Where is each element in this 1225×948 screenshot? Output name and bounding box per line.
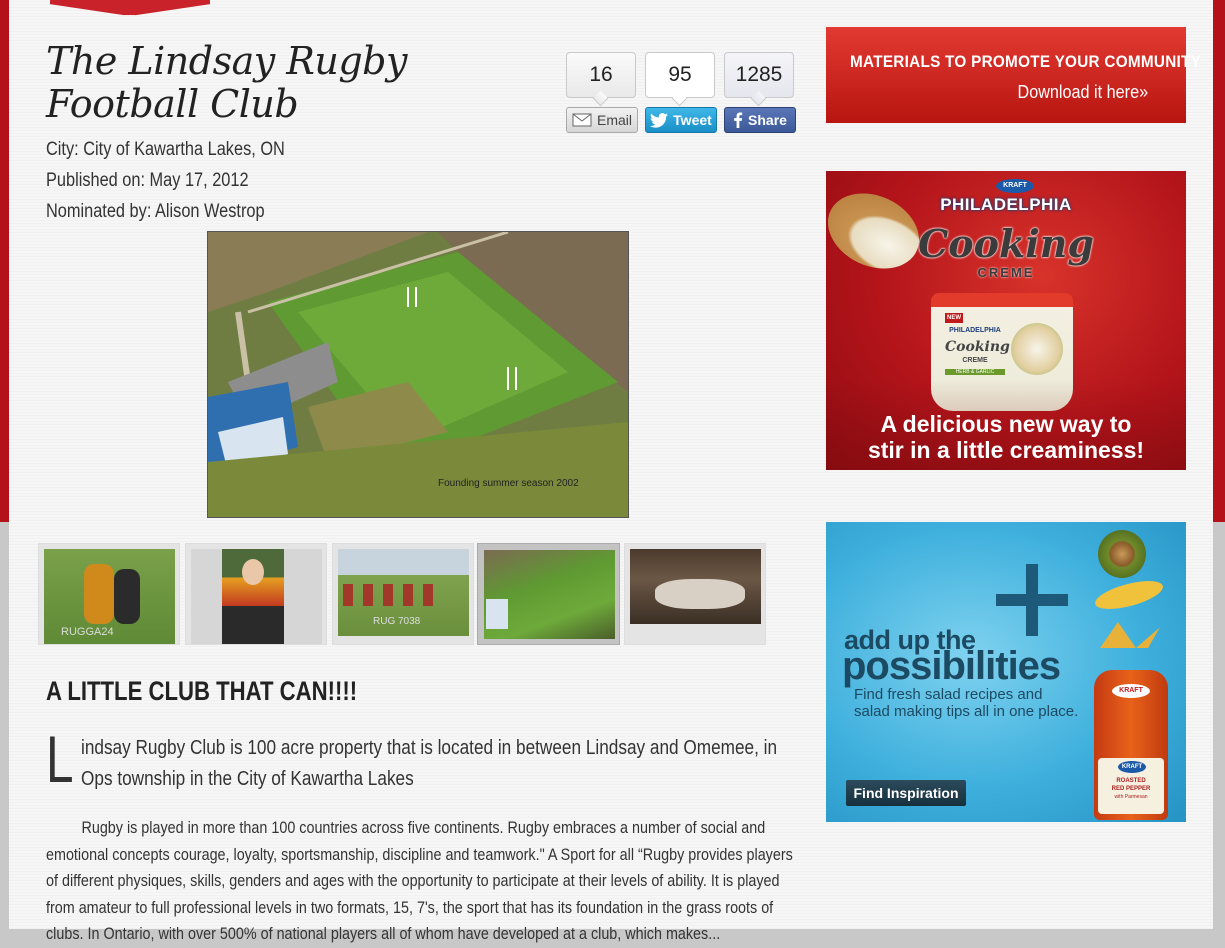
thumbnail-1-label: RUGGA24 [61,626,114,638]
find-inspiration-button[interactable]: Find Inspiration [846,780,966,806]
article-published-date: Published on: May 17, 2012 [46,170,249,191]
promo-title: MATERIALS TO PROMOTE YOUR COMMUNITY [850,52,1202,71]
facebook-icon [734,112,743,128]
twitter-bird-icon [650,112,669,128]
kraft-salad-ad[interactable]: KRAFT KRAFT ROASTED RED PEPPER with Parm… [826,522,1186,822]
bottle-label-3: with Parmesan [1114,794,1148,800]
tweet-count: 95 [645,52,715,98]
tweet-button[interactable]: Tweet [645,107,717,133]
photo-caption: Founding summer season 2002 [438,478,579,489]
thumbnail-3[interactable]: RUG 7038 [332,543,474,645]
cooking-title: Cooking [918,221,1094,266]
ad-tagline-line-2: stir in a little creaminess! [867,437,1145,463]
thumbnail-1[interactable]: RUGGA24 [38,543,180,645]
body-paragraph: Rugby is played in more than 100 countri… [46,818,793,943]
tub-sub: CREME [962,357,988,364]
drop-cap: L [46,722,74,796]
philadelphia-cooking-creme-ad[interactable]: KRAFT PHILADELPHIA Cooking CREME NEW PHI… [826,171,1186,470]
tub-brand: PHILADELPHIA [949,327,1001,334]
page-content: The Lindsay Rugby Football Club City: Ci… [9,0,1213,943]
email-button-label: Email [596,112,632,128]
ad-sub-2: salad making tips all in one place. [854,703,1079,720]
share-count: 1285 [724,52,794,98]
bottle-kraft-logo: KRAFT [1112,684,1150,698]
header-tab [49,0,211,16]
share-button-label: Share [748,112,787,128]
article-title: The Lindsay Rugby Football Club [46,39,407,126]
email-button[interactable]: Email [566,107,638,133]
tub-product: Cooking [945,339,1010,355]
thumbnail-4[interactable] [477,543,620,645]
promote-community-banner[interactable]: MATERIALS TO PROMOTE YOUR COMMUNITY Down… [826,27,1201,123]
creme-subtitle: CREME [977,265,1035,280]
download-link[interactable]: Download it here» [1017,82,1148,103]
tub-new-label: NEW [945,313,963,323]
envelope-icon [572,113,592,127]
ad-headline-2: possibilities [842,644,1061,688]
avocado-image [1098,530,1146,578]
email-count: 16 [566,52,636,98]
ad-sub-1: Find fresh salad recipes and [854,686,1043,703]
article-nominated-by: Nominated by: Alison Westrop [46,201,265,222]
ad-tagline: A delicious new way to stir in a little … [826,411,1186,463]
aerial-field-image [208,232,628,517]
main-photo: Founding summer season 2002 [207,231,629,518]
dressing-bottle-image: KRAFT KRAFT ROASTED RED PEPPER with Parm… [1094,670,1168,820]
ad-tagline-line-1: A delicious new way to [880,411,1132,437]
section-heading: A LITTLE CLUB THAT CAN!!!! [46,676,358,706]
facebook-share-button[interactable]: Share [724,107,796,133]
thumbnail-5[interactable] [624,543,766,645]
kraft-badge: KRAFT [996,179,1034,193]
thumbnail-3-label: RUG 7038 [373,616,421,627]
bottle-label-2: RED PEPPER [1111,786,1151,792]
tub-flavour: HERB & GARLIC [945,369,1005,375]
article-city: City: City of Kawartha Lakes, ON [46,139,285,160]
lead-paragraph: indsay Rugby Club is 100 acre property t… [81,737,778,790]
philadelphia-brand: PHILADELPHIA [940,195,1072,214]
bottle-label-1: ROASTED [1116,778,1146,784]
thumbnail-2[interactable] [185,543,327,645]
tweet-button-label: Tweet [673,112,712,128]
